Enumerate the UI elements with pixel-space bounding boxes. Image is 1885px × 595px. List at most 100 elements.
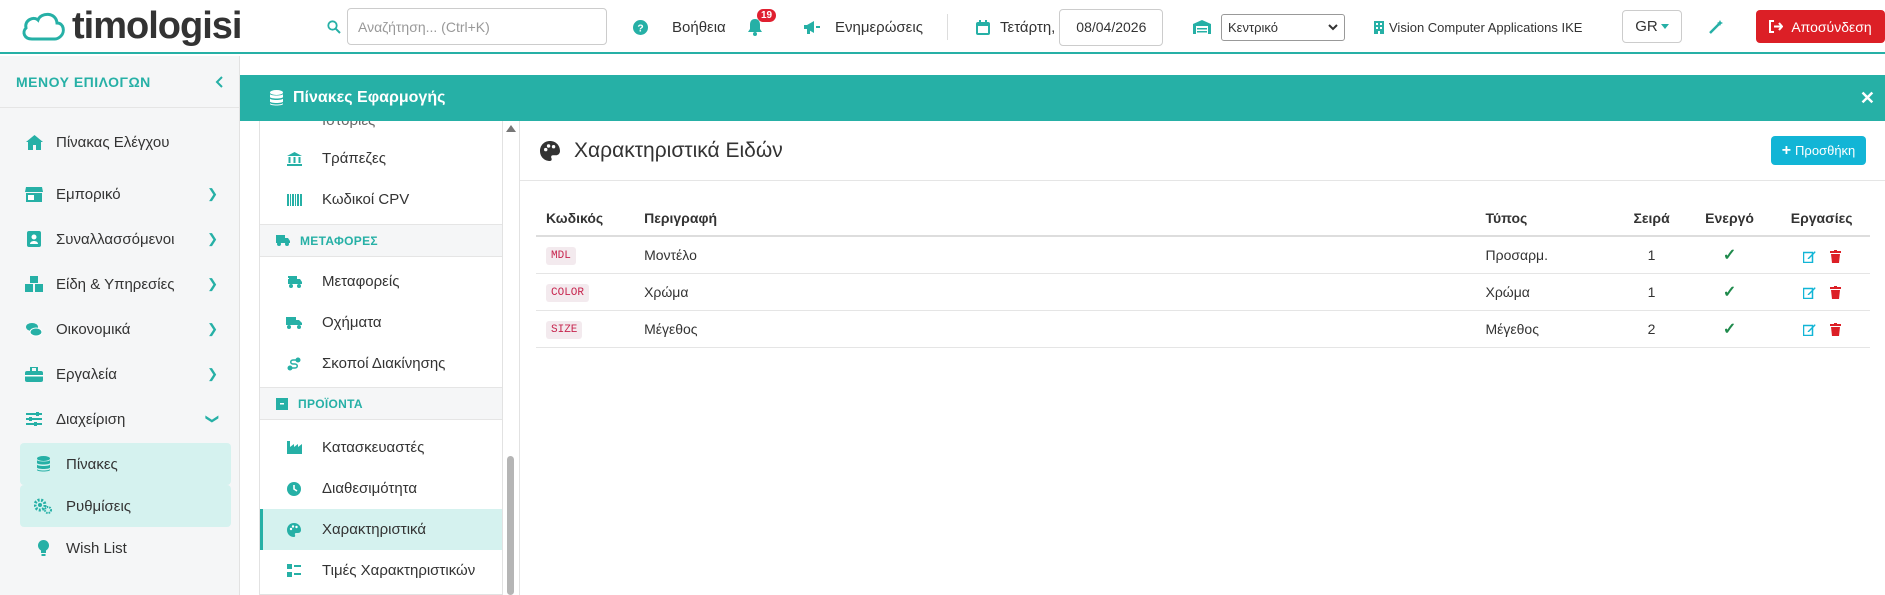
column-header[interactable]: Κωδικός: [536, 200, 635, 237]
chevron-left-icon[interactable]: [215, 75, 223, 88]
nav-item-cpv[interactable]: Κωδικοί CPV: [260, 179, 502, 220]
nav-item-characteristics[interactable]: Χαρακτηριστικά: [260, 509, 502, 550]
nav-section-label: ΜΕΤΑΦΟΡΕΣ: [300, 233, 378, 248]
help-label: Βοήθεια: [672, 18, 726, 36]
sidebar-item-label: Πίνακας Ελέγχου: [56, 133, 170, 151]
coins-icon: [24, 321, 44, 337]
type-cell: Μέγεθος: [1475, 310, 1618, 348]
close-icon[interactable]: ✕: [1860, 88, 1875, 109]
chevron-right-icon: ❯: [207, 276, 218, 291]
nav-section-products: ΠΡΟΪΟΝΤΑ: [260, 387, 502, 420]
page-title: Χαρακτηριστικά Ειδών: [574, 138, 783, 162]
code-badge: SIZE: [546, 320, 583, 339]
help-link[interactable]: ? Βοήθεια: [633, 0, 726, 54]
sidebar-subitem-label: Ρυθμίσεις: [66, 497, 132, 515]
column-header: Εργασίες: [1773, 200, 1870, 237]
building-icon: [1374, 20, 1384, 34]
sidebar-item-label: Είδη & Υπηρεσίες: [56, 275, 175, 293]
panel-title: Πίνακες Εφαρμογής: [293, 89, 446, 106]
nav-item-banks[interactable]: Τράπεζες: [260, 138, 502, 179]
type-cell: Προσαρμ.: [1475, 236, 1618, 274]
table-row[interactable]: SIZE Μέγεθος Μέγεθος 2 ✓: [536, 310, 1870, 348]
top-bar: timologisi ? Βοήθεια 19 Ενημερώσεις Τετά…: [0, 0, 1885, 54]
sidebar-item-dashboard[interactable]: Πίνακας Ελέγχου: [0, 122, 240, 162]
sidebar-item-products-services[interactable]: Είδη & Υπηρεσίες ❯: [0, 264, 240, 304]
list-icon: [286, 563, 302, 578]
nav-item-characteristic-values[interactable]: Τιμές Χαρακτηριστικών: [260, 550, 502, 591]
nav-item-carriers[interactable]: Μεταφορείς: [260, 261, 502, 302]
sidebar-item-administration[interactable]: Διαχείριση ❯: [0, 399, 240, 439]
branch-select[interactable]: Κεντρικό: [1221, 13, 1345, 41]
table-row[interactable]: COLOR Χρώμα Χρώμα 1 ✓: [536, 273, 1870, 311]
svg-text:?: ?: [637, 23, 643, 34]
sliders-icon: [24, 412, 44, 426]
day-label: Τετάρτη,: [1000, 18, 1056, 36]
check-icon: ✓: [1722, 320, 1737, 338]
nav-item-label: Μεταφορείς: [322, 273, 400, 290]
edit-icon[interactable]: [1802, 250, 1816, 263]
sidebar-item-financial[interactable]: Οικονομικά ❯: [0, 309, 240, 349]
logout-button[interactable]: Αποσύνδεση: [1756, 10, 1885, 43]
sidebar-subitem-tables[interactable]: Πίνακες: [20, 443, 231, 485]
column-header[interactable]: Ενεργό: [1685, 200, 1774, 237]
caret-down-icon: [1660, 24, 1669, 29]
chevron-right-icon: ❯: [207, 366, 218, 381]
date-area: Τετάρτη,: [976, 0, 1164, 54]
order-cell: 1: [1617, 236, 1686, 274]
trash-icon[interactable]: [1829, 286, 1841, 300]
search-input[interactable]: [347, 8, 607, 45]
add-button[interactable]: + Προσθήκη: [1771, 136, 1866, 165]
sidebar-subitem-label: Wish List: [66, 539, 127, 557]
sidebar-item-label: Εμπορικό: [56, 185, 121, 203]
industry-icon: [286, 441, 302, 454]
bank-icon: [286, 151, 302, 166]
notifications-badge: 19: [757, 9, 777, 22]
table-row[interactable]: MDL Μοντέλο Προσαρμ. 1 ✓: [536, 236, 1870, 274]
brand-name: timologisi: [72, 4, 242, 47]
boxes-icon: [24, 276, 44, 292]
column-header[interactable]: Σειρά: [1617, 200, 1686, 237]
sidebar-subitem-label: Πίνακες: [66, 455, 118, 473]
language-dropdown[interactable]: GR: [1622, 10, 1682, 43]
question-circle-icon: ?: [633, 19, 648, 35]
nav-item-label: Οχήματα: [322, 314, 382, 331]
date-input[interactable]: [1059, 8, 1164, 46]
chevron-down-icon: [1328, 23, 1338, 30]
sidebar-item-commercial[interactable]: Εμπορικό ❯: [0, 174, 240, 214]
brand-logo[interactable]: timologisi: [20, 4, 242, 47]
nav-item-label: Διαθεσιμότητα: [322, 480, 418, 497]
nav-item-availability[interactable]: Διαθεσιμότητα: [260, 468, 502, 509]
cloud-icon: [22, 12, 65, 41]
route-icon: [286, 357, 302, 371]
edit-icon[interactable]: [1802, 323, 1816, 337]
edit-icon[interactable]: [1802, 286, 1816, 300]
nav-item-movement-purposes[interactable]: Σκοποί Διακίνησης: [260, 343, 502, 384]
branch-area: Κεντρικό: [1193, 0, 1345, 54]
company-link[interactable]: Vision Computer Applications IKE: [1374, 0, 1582, 54]
nav-item-manufacturers[interactable]: Κατασκευαστές: [260, 427, 502, 468]
magic-wand-button[interactable]: [1708, 0, 1724, 54]
palette-icon: [540, 140, 560, 161]
order-cell: 2: [1617, 310, 1686, 348]
nav-item-vehicles[interactable]: Οχήματα: [260, 302, 502, 343]
database-icon: [34, 456, 52, 472]
content-header: Χαρακτηριστικά Ειδών: [520, 121, 1885, 181]
sidebar-item-label: Εργαλεία: [56, 365, 117, 383]
sidebar-subitem-settings[interactable]: Ρυθμίσεις: [20, 485, 231, 527]
sidebar-subitem-wishlist[interactable]: Wish List: [20, 527, 231, 569]
scroll-up-arrow[interactable]: [506, 125, 516, 132]
column-header[interactable]: Τύπος: [1475, 200, 1618, 237]
sidebar-item-tools[interactable]: Εργαλεία ❯: [0, 354, 240, 394]
clock-icon: [286, 481, 302, 496]
trash-icon[interactable]: [1829, 249, 1841, 263]
notifications-button[interactable]: [747, 0, 763, 54]
scrollbar-thumb[interactable]: [507, 456, 514, 595]
sidebar-item-contacts[interactable]: Συναλλασσόμενοι ❯: [0, 219, 240, 259]
search-box: [327, 8, 607, 45]
magic-wand-icon: [1709, 20, 1723, 34]
check-icon: ✓: [1722, 283, 1737, 301]
logout-label: Αποσύνδεση: [1791, 18, 1872, 35]
column-header[interactable]: Περιγραφή: [634, 200, 1476, 237]
updates-link[interactable]: Ενημερώσεις: [803, 0, 923, 54]
trash-icon[interactable]: [1829, 323, 1841, 337]
